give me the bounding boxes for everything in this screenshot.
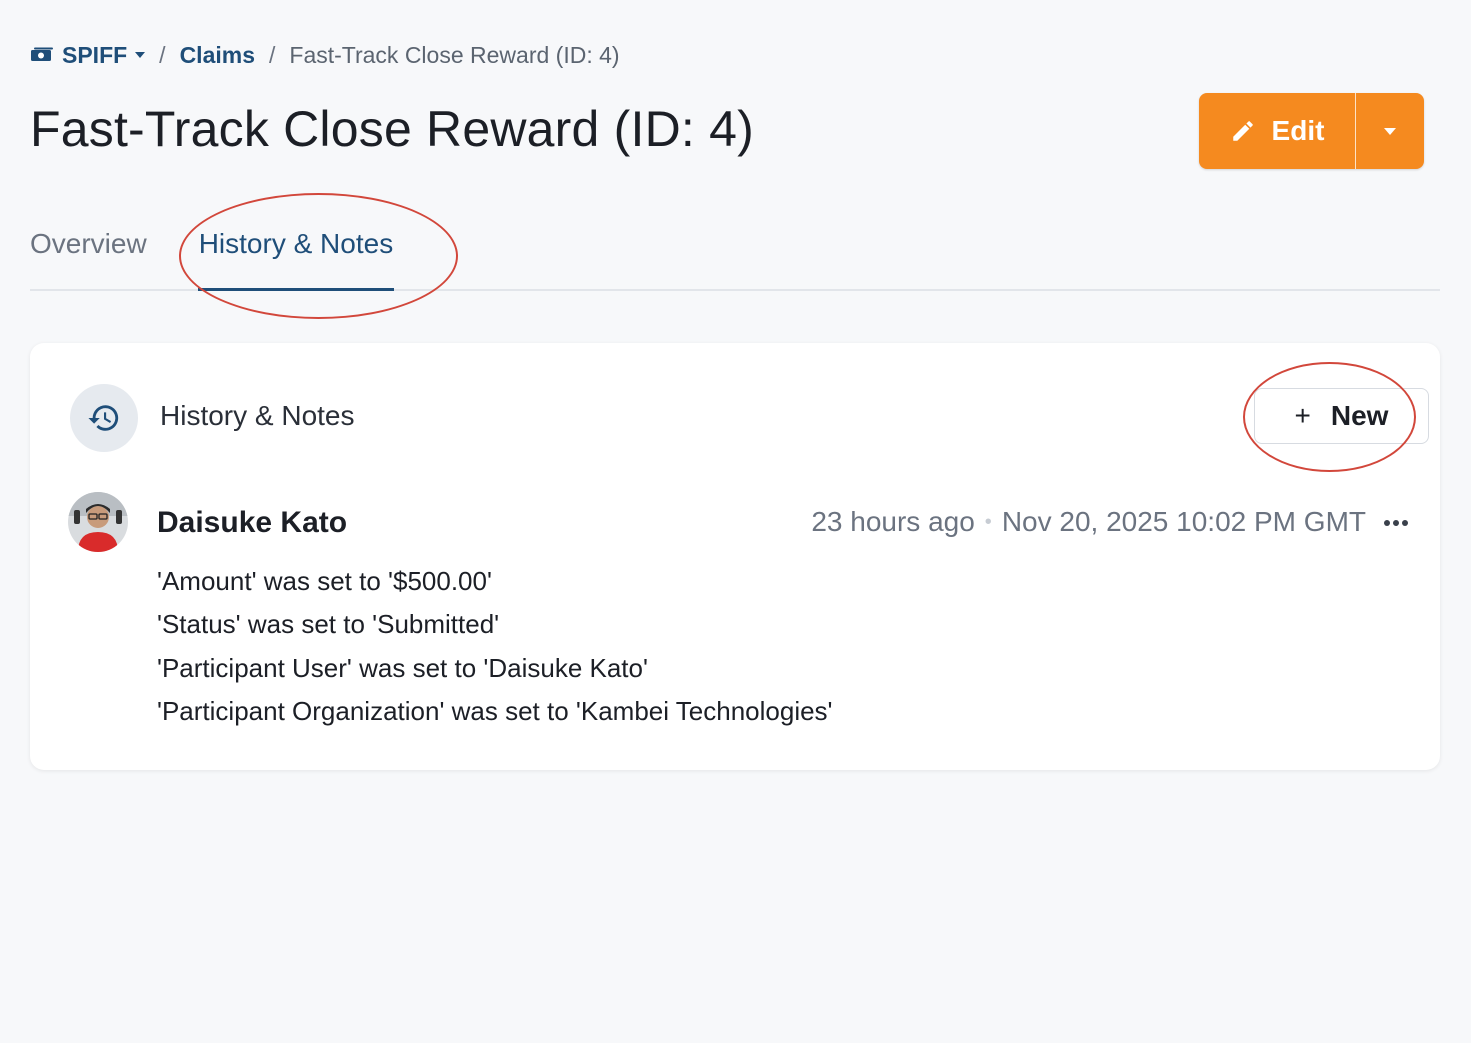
breadcrumb-current: Fast-Track Close Reward (ID: 4): [289, 41, 620, 68]
tab-overview[interactable]: Overview: [30, 218, 147, 291]
page: SPIFF / Claims / Fast-Track Close Reward…: [0, 0, 1471, 1043]
avatar-image: [68, 492, 128, 552]
card-title: History & Notes: [160, 400, 355, 431]
money-icon: [31, 47, 53, 61]
breadcrumb-separator: /: [269, 41, 276, 68]
breadcrumb: SPIFF / Claims / Fast-Track Close Reward…: [30, 40, 620, 70]
avatar: [68, 492, 128, 552]
change-line: 'Status' was set to 'Submitted': [157, 609, 500, 640]
edit-button-label: Edit: [1271, 115, 1325, 146]
page-title: Fast-Track Close Reward (ID: 4): [30, 101, 754, 157]
new-button-label: New: [1330, 400, 1389, 431]
entry-relative-time: 23 hours ago: [811, 506, 975, 537]
tab-bar: Overview History & Notes: [30, 218, 1440, 291]
chevron-down-icon: [1384, 127, 1396, 135]
plus-icon: +: [1294, 400, 1311, 431]
history-icon-badge: [70, 384, 138, 452]
breadcrumb-root-label: SPIFF: [62, 41, 128, 68]
change-line: 'Participant Organization' was set to 'K…: [157, 695, 833, 726]
entry-author: Daisuke Kato: [157, 506, 348, 539]
tab-history-notes[interactable]: History & Notes: [197, 218, 395, 291]
change-line: 'Amount' was set to '$500.00': [157, 566, 492, 596]
new-note-button[interactable]: + New: [1254, 388, 1429, 444]
edit-button[interactable]: Edit: [1199, 93, 1356, 169]
pencil-icon: [1232, 121, 1253, 141]
entry-changes: 'Amount' was set to '$500.00' 'Status' w…: [157, 560, 833, 733]
breadcrumb-claims-link[interactable]: Claims: [180, 42, 255, 69]
history-notes-card: History & Notes + New Daisuke Kato 23 ho…: [30, 343, 1440, 770]
entry-timestamp: Nov 20, 2025 10:02 PM GMT: [1001, 506, 1366, 537]
change-line: 'Participant User' was set to 'Daisuke K…: [157, 652, 648, 683]
entry-meta: 23 hours ago • Nov 20, 2025 10:02 PM GMT: [811, 506, 1408, 538]
breadcrumb-separator: /: [159, 41, 166, 68]
chevron-down-icon: [135, 52, 146, 58]
meta-separator: •: [984, 510, 992, 533]
edit-split-button: Edit: [1199, 93, 1424, 169]
breadcrumb-spiff-dropdown[interactable]: SPIFF: [30, 41, 146, 69]
edit-options-dropdown[interactable]: [1356, 93, 1424, 169]
more-horizontal-icon[interactable]: [1384, 518, 1408, 526]
history-icon: [88, 405, 119, 431]
